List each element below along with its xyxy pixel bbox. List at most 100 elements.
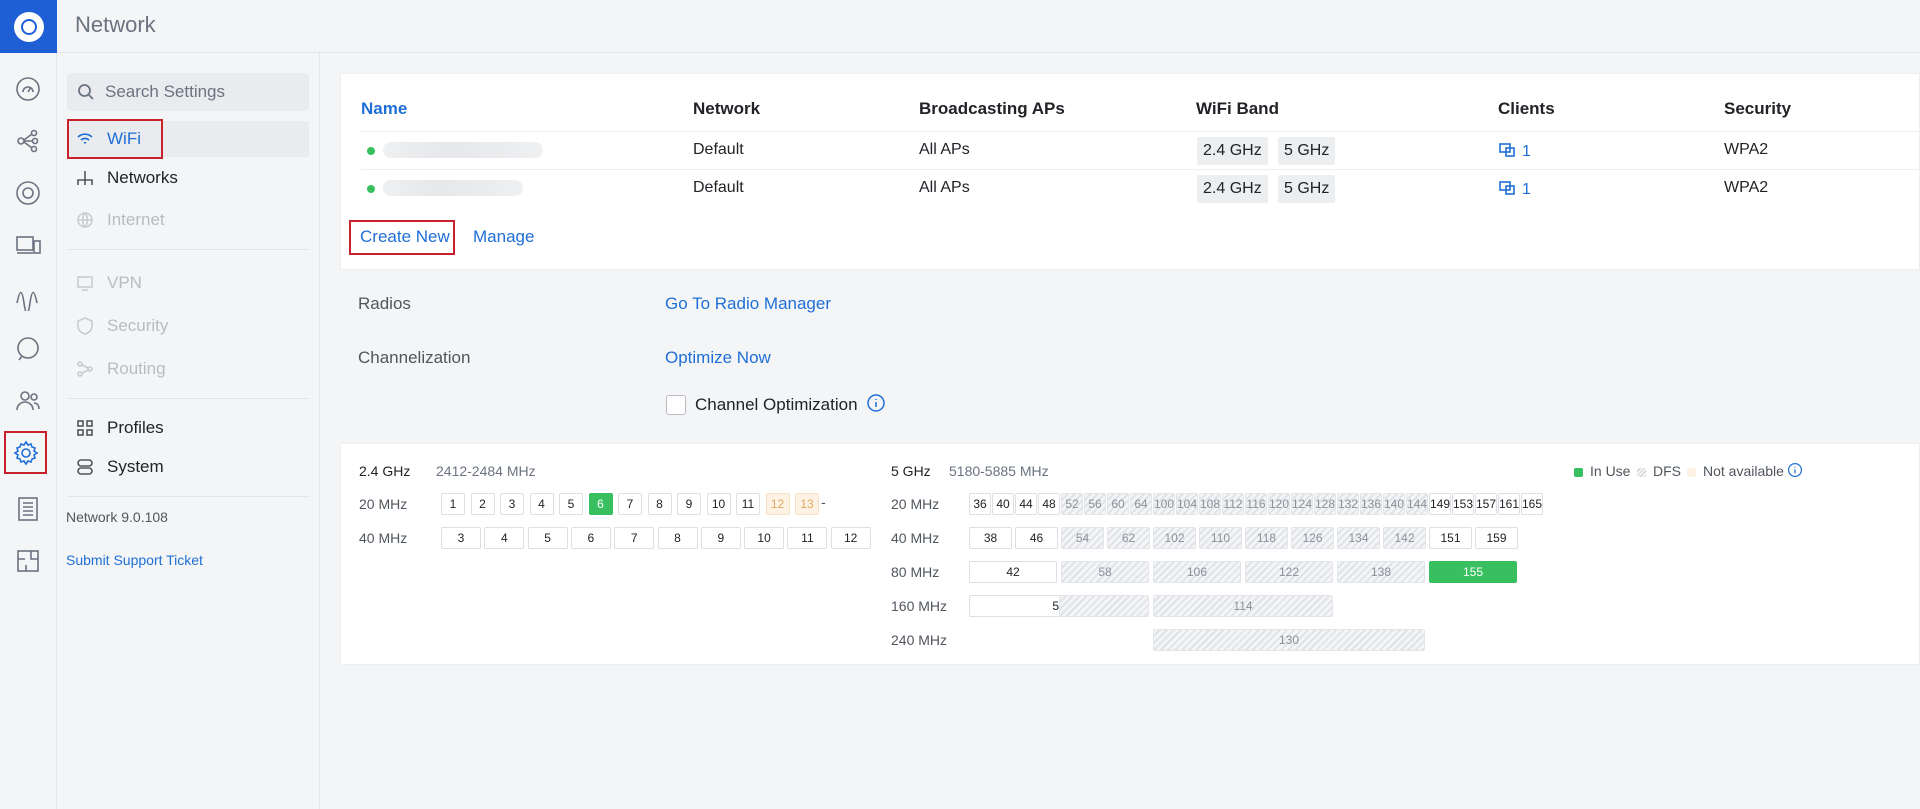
channel-chip[interactable]: 3 <box>441 527 481 549</box>
channel-chip[interactable]: 8 <box>647 493 672 515</box>
app-logo[interactable] <box>0 0 57 53</box>
channel-chip[interactable] <box>1059 595 1149 617</box>
devices-icon[interactable] <box>8 173 48 213</box>
floorplan-icon[interactable] <box>8 541 48 581</box>
channel-chip[interactable]: 46 <box>1015 527 1058 549</box>
sidebar-item-system[interactable]: System <box>67 449 309 485</box>
clients-icon[interactable] <box>8 225 48 265</box>
search-input[interactable] <box>105 82 295 102</box>
column-header-network[interactable]: Network <box>693 99 760 119</box>
channel-chip[interactable]: 106 <box>1153 561 1241 583</box>
channel-chip[interactable]: 40 <box>992 493 1014 515</box>
channel-chip[interactable]: 151 <box>1429 527 1472 549</box>
channel-chip[interactable]: 13 <box>795 493 819 515</box>
channel-chip[interactable]: 54 <box>1061 527 1104 549</box>
column-header-security[interactable]: Security <box>1724 99 1791 119</box>
dashboard-icon[interactable] <box>8 69 48 109</box>
channel-chip[interactable]: 10 <box>706 493 731 515</box>
channel-chip[interactable]: 10 <box>744 527 785 549</box>
topology-icon[interactable] <box>8 121 48 161</box>
table-row[interactable]: Default All APs 2.4 GHz 5 GHz 1 WPA2 <box>361 131 1920 169</box>
channel-chip[interactable]: 7 <box>618 493 642 515</box>
channel-chip[interactable]: 6 <box>570 527 611 549</box>
channel-chip[interactable]: 130 <box>1153 629 1425 651</box>
search-settings[interactable] <box>67 73 309 111</box>
channel-chip[interactable]: 159 <box>1475 527 1518 549</box>
channel-chip[interactable]: 12 <box>830 527 871 549</box>
channel-chip[interactable]: 7 <box>614 527 655 549</box>
channel-chip[interactable]: 112 <box>1222 493 1244 515</box>
channel-chip[interactable]: 132 <box>1337 493 1359 515</box>
channel-chip[interactable]: 142 <box>1383 527 1426 549</box>
submit-support-ticket-link[interactable]: Submit Support Ticket <box>66 552 203 568</box>
channel-chip[interactable]: 60 <box>1107 493 1129 515</box>
channel-chip[interactable]: 126 <box>1291 527 1334 549</box>
channel-chip[interactable]: 38 <box>969 527 1012 549</box>
channel-chip[interactable]: 42 <box>969 561 1057 583</box>
sidebar-item-vpn[interactable]: VPN <box>67 265 309 301</box>
channel-chip[interactable]: 102 <box>1153 527 1196 549</box>
channel-chip[interactable]: 11 <box>787 527 828 549</box>
channel-chip[interactable]: 161 <box>1498 493 1520 515</box>
channel-chip[interactable]: 3 <box>500 493 524 515</box>
column-header-clients[interactable]: Clients <box>1498 99 1555 119</box>
channel-chip[interactable]: 4 <box>484 527 525 549</box>
logs-icon[interactable] <box>8 489 48 529</box>
channel-chip[interactable]: 62 <box>1107 527 1150 549</box>
channel-chip[interactable]: 5 <box>527 527 568 549</box>
channel-chip[interactable]: 44 <box>1015 493 1037 515</box>
legend-info-icon[interactable] <box>1787 462 1803 478</box>
settings-gear-icon[interactable] <box>4 431 47 474</box>
channel-chip[interactable]: 114 <box>1153 595 1333 617</box>
channel-chip[interactable]: 153 <box>1452 493 1474 515</box>
go-to-radio-manager-link[interactable]: Go To Radio Manager <box>665 294 831 314</box>
sidebar-item-security[interactable]: Security <box>67 308 309 344</box>
sidebar-item-internet[interactable]: Internet <box>67 202 309 238</box>
channel-chip[interactable]: 134 <box>1337 527 1380 549</box>
channel-chip[interactable]: 11 <box>736 493 760 515</box>
sidebar-item-networks[interactable]: Networks <box>67 160 309 196</box>
info-icon[interactable] <box>866 393 886 413</box>
channel-chip[interactable]: 122 <box>1245 561 1333 583</box>
channel-chip[interactable]: 1 <box>441 493 465 515</box>
channel-chip[interactable]: 9 <box>700 527 741 549</box>
channel-chip[interactable]: 48 <box>1038 493 1060 515</box>
channel-chip[interactable]: 140 <box>1383 493 1405 515</box>
channel-chip[interactable]: 124 <box>1291 493 1313 515</box>
channel-chip[interactable]: 104 <box>1176 493 1198 515</box>
channel-chip[interactable]: 12 <box>765 493 790 515</box>
insights-icon[interactable] <box>8 329 48 369</box>
channel-chip[interactable]: 52 <box>1061 493 1083 515</box>
channel-chip[interactable]: 108 <box>1199 493 1221 515</box>
clients-link[interactable]: 1 <box>1498 141 1531 161</box>
channel-chip[interactable]: 6 <box>588 493 613 515</box>
sidebar-item-routing[interactable]: Routing <box>67 351 309 387</box>
channel-chip[interactable]: 128 <box>1314 493 1336 515</box>
column-header-wifi-band[interactable]: WiFi Band <box>1196 99 1279 119</box>
channel-chip[interactable]: 9 <box>677 493 701 515</box>
channel-chip[interactable]: 58 <box>1061 561 1149 583</box>
channel-chip[interactable]: 138 <box>1337 561 1425 583</box>
channel-chip[interactable]: 64 <box>1130 493 1152 515</box>
channel-chip[interactable]: 149 <box>1429 493 1451 515</box>
column-header-broadcasting-aps[interactable]: Broadcasting APs <box>919 99 1065 119</box>
channel-chip[interactable]: 2 <box>470 493 495 515</box>
channel-chip[interactable]: 8 <box>657 527 698 549</box>
channel-chip[interactable]: 116 <box>1245 493 1267 515</box>
channel-optimization-checkbox[interactable] <box>666 395 686 415</box>
channel-chip[interactable]: 120 <box>1268 493 1290 515</box>
channel-chip[interactable]: 157 <box>1475 493 1497 515</box>
optimize-now-link[interactable]: Optimize Now <box>665 348 771 368</box>
table-row[interactable]: Default All APs 2.4 GHz 5 GHz 1 WPA2 <box>361 169 1920 207</box>
users-icon[interactable] <box>8 381 48 421</box>
channel-chip[interactable]: 110 <box>1199 527 1242 549</box>
sidebar-item-profiles[interactable]: Profiles <box>67 410 309 446</box>
channel-chip[interactable]: 56 <box>1084 493 1106 515</box>
statistics-icon[interactable] <box>8 277 48 317</box>
channel-chip[interactable]: 144 <box>1406 493 1428 515</box>
channel-chip[interactable]: 118 <box>1245 527 1288 549</box>
channel-chip[interactable]: 4 <box>529 493 554 515</box>
channel-chip[interactable]: 165 <box>1521 493 1543 515</box>
clients-link[interactable]: 1 <box>1498 179 1531 199</box>
channel-chip[interactable]: 36 <box>969 493 991 515</box>
